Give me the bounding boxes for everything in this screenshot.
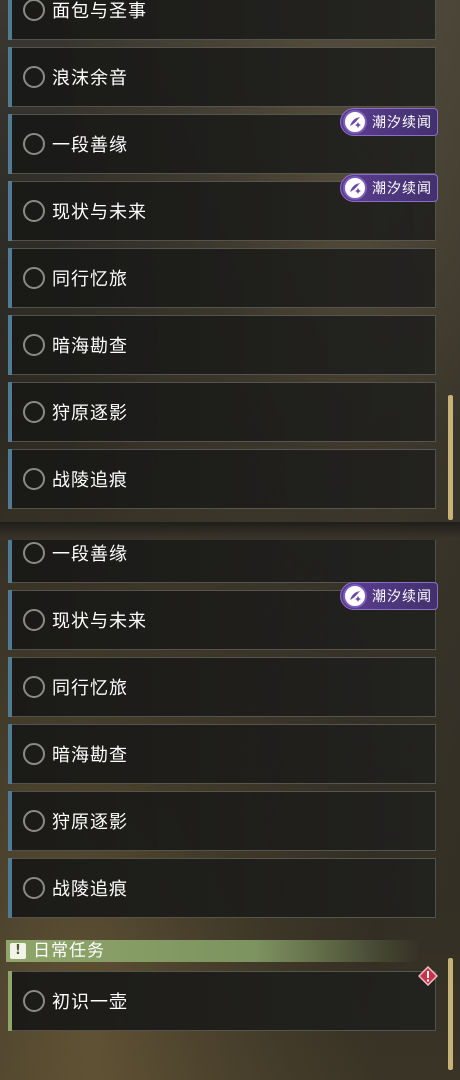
- quest-name: 浪沫余音: [52, 68, 128, 89]
- quest-status-circle: [23, 743, 45, 765]
- quest-name: 战陵追痕: [52, 470, 128, 491]
- quest-card[interactable]: 一段善缘: [8, 540, 436, 583]
- quest-name: 现状与未来: [52, 611, 147, 632]
- badge-text: 潮汐续闻: [372, 181, 432, 197]
- tide-sequel-badge: 潮汐续闻: [340, 108, 438, 136]
- quest-status-circle: [23, 66, 45, 88]
- quest-status-circle: [23, 267, 45, 289]
- quest-status-circle: [23, 676, 45, 698]
- quest-card[interactable]: 狩原逐影: [8, 791, 436, 851]
- quest-card[interactable]: 同行忆旅: [8, 657, 436, 717]
- quest-name: 同行忆旅: [52, 678, 128, 699]
- quest-status-circle: [23, 542, 45, 564]
- daily-quest-card[interactable]: 初识一壶: [8, 971, 436, 1031]
- panel-divider: [0, 522, 460, 540]
- quest-name: 一段善缘: [52, 544, 128, 565]
- warning-diamond-icon: [418, 966, 438, 986]
- tide-sequel-badge: 潮汐续闻: [340, 582, 438, 610]
- quest-name: 面包与圣事: [52, 1, 147, 22]
- quest-name: 一段善缘: [52, 135, 128, 156]
- quest-name: 战陵追痕: [52, 879, 128, 900]
- quest-card[interactable]: 面包与圣事: [8, 0, 436, 40]
- quest-name: 狩原逐影: [52, 812, 128, 833]
- quest-status-circle: [23, 990, 45, 1012]
- daily-quests-section-header[interactable]: ! 日常任务: [6, 940, 420, 962]
- quest-card[interactable]: 浪沫余音: [8, 47, 436, 107]
- quest-name: 暗海勘查: [52, 745, 128, 766]
- quest-status-circle: [23, 609, 45, 631]
- quest-name: 同行忆旅: [52, 269, 128, 290]
- quest-card[interactable]: 战陵追痕: [8, 449, 436, 509]
- quest-name: 现状与未来: [52, 202, 147, 223]
- quest-name: 暗海勘查: [52, 336, 128, 357]
- quest-status-circle: [23, 0, 45, 21]
- quest-card[interactable]: 狩原逐影: [8, 382, 436, 442]
- scrollbar-thumb[interactable]: [448, 958, 453, 1070]
- quest-status-circle: [23, 133, 45, 155]
- quest-card[interactable]: 同行忆旅: [8, 248, 436, 308]
- quest-list-top[interactable]: 面包与圣事 浪沫余音 一段善缘 现状与未来 同行忆旅 暗海勘查 狩原逐影 战陵追…: [0, 0, 460, 522]
- badge-text: 潮汐续闻: [372, 115, 432, 131]
- quest-status-circle: [23, 877, 45, 899]
- quest-status-circle: [23, 468, 45, 490]
- quest-status-circle: [23, 200, 45, 222]
- section-title: 日常任务: [33, 941, 105, 961]
- tide-spark-icon: [343, 176, 367, 200]
- exclamation-icon: !: [10, 943, 26, 959]
- quest-card[interactable]: 暗海勘查: [8, 724, 436, 784]
- quest-name: 初识一壶: [52, 992, 128, 1013]
- badge-text: 潮汐续闻: [372, 589, 432, 605]
- quest-card[interactable]: 暗海勘查: [8, 315, 436, 375]
- tide-sequel-badge: 潮汐续闻: [340, 174, 438, 202]
- quest-card[interactable]: 战陵追痕: [8, 858, 436, 918]
- quest-status-circle: [23, 810, 45, 832]
- tide-spark-icon: [343, 110, 367, 134]
- quest-status-circle: [23, 401, 45, 423]
- tide-spark-icon: [343, 584, 367, 608]
- quest-name: 狩原逐影: [52, 403, 128, 424]
- scrollbar-thumb[interactable]: [448, 395, 453, 520]
- quest-status-circle: [23, 334, 45, 356]
